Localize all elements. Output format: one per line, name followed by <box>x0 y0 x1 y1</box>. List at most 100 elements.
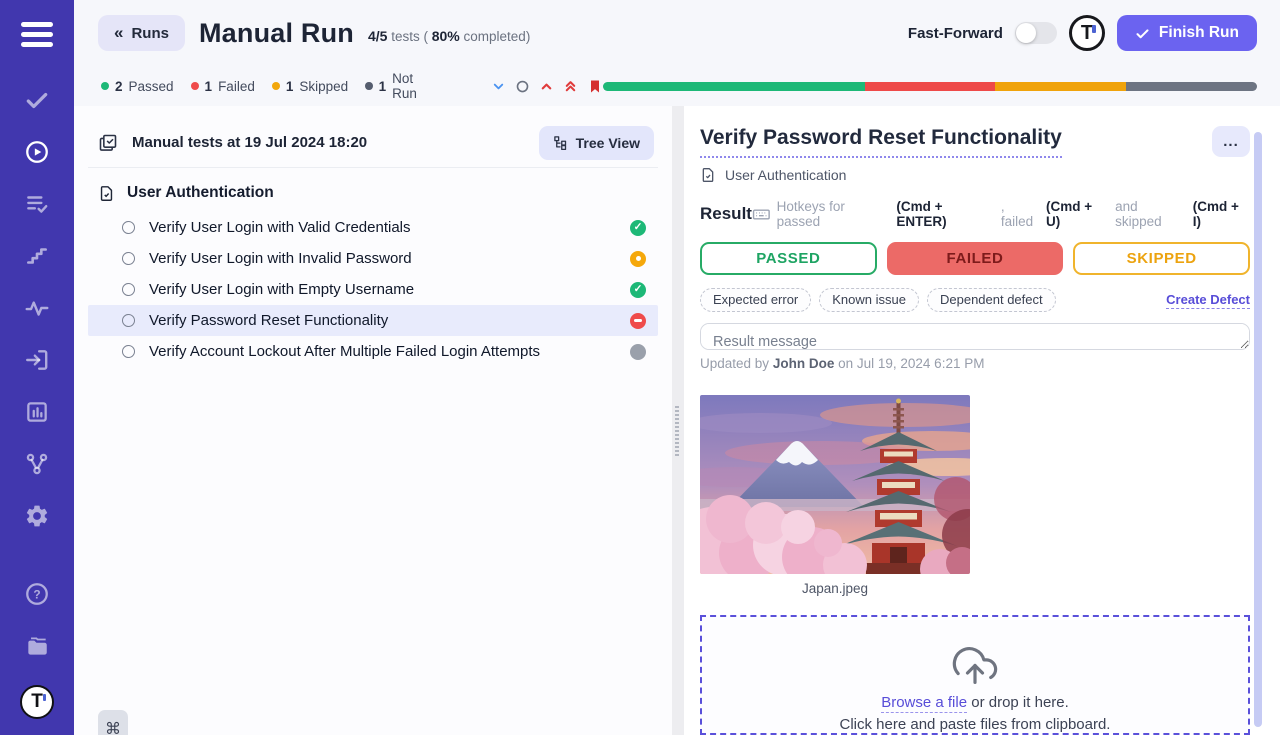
test-detail-panel: Verify Password Reset Functionality ... … <box>684 106 1280 735</box>
tag-dependent-defect[interactable]: Dependent defect <box>927 288 1056 312</box>
test-title: Verify User Login with Empty Username <box>149 281 414 298</box>
test-radio[interactable] <box>122 345 135 358</box>
chevron-down-icon[interactable] <box>491 79 506 94</box>
paste-hint: Click here and paste files from clipboar… <box>840 716 1111 733</box>
vertical-scrollbar[interactable] <box>1254 132 1262 727</box>
count-skipped: 1Skipped <box>272 79 348 94</box>
app-root: ? T « Runs Manual Run 4/5 tests ( 80% co… <box>0 0 1280 735</box>
test-title: Verify User Login with Invalid Password <box>149 250 412 267</box>
attachment-image[interactable] <box>700 395 970 574</box>
test-list-icon[interactable] <box>24 191 50 217</box>
panel-resize-gutter[interactable] <box>672 106 684 735</box>
test-status-icon <box>630 313 646 329</box>
run-play-icon[interactable] <box>24 139 50 165</box>
check-icon <box>1135 26 1150 41</box>
upload-cloud-icon <box>952 643 998 688</box>
finish-run-button[interactable]: Finish Run <box>1117 15 1257 51</box>
main-area: « Runs Manual Run 4/5 tests ( 80% comple… <box>74 0 1280 735</box>
test-title: Verify User Login with Valid Credentials <box>149 219 411 236</box>
skipped-button[interactable]: SKIPPED <box>1073 242 1250 275</box>
double-chevron-up-icon[interactable] <box>563 79 578 94</box>
tree-view-icon <box>553 135 568 150</box>
test-status-icon <box>630 220 646 236</box>
fast-forward-label: Fast-Forward <box>908 25 1003 42</box>
svg-text:?: ? <box>33 588 40 602</box>
browse-file-link[interactable]: Browse a file <box>881 694 967 713</box>
create-defect-link[interactable]: Create Defect <box>1166 292 1250 309</box>
progress-segment-failed <box>865 82 996 91</box>
topbar: « Runs Manual Run 4/5 tests ( 80% comple… <box>74 0 1280 66</box>
progress-segment-notrun <box>1126 82 1257 91</box>
drag-handle-icon[interactable] <box>675 406 679 456</box>
fast-forward-toggle[interactable] <box>1015 22 1057 44</box>
check-icon[interactable] <box>24 87 50 113</box>
projects-folder-icon[interactable] <box>24 633 50 659</box>
suite-group-header[interactable]: User Authentication <box>88 168 658 212</box>
help-icon[interactable]: ? <box>24 581 50 607</box>
test-row[interactable]: Verify Account Lockout After Multiple Fa… <box>88 336 658 367</box>
settings-gear-icon[interactable] <box>24 503 50 529</box>
content: Manual tests at 19 Jul 2024 18:20 Tree V… <box>74 106 1280 735</box>
run-header: Manual tests at 19 Jul 2024 18:20 Tree V… <box>88 118 658 168</box>
chevron-up-icon[interactable] <box>539 79 554 94</box>
steps-icon[interactable] <box>24 243 50 269</box>
count-passed: 2Passed <box>101 79 174 94</box>
defect-tags-row: Expected error Known issue Dependent def… <box>700 288 1250 312</box>
activity-pulse-icon[interactable] <box>24 295 50 321</box>
count-notrun: 1Not Run <box>365 71 438 101</box>
more-options-button[interactable]: ... <box>1212 126 1250 157</box>
double-chevron-left-icon: « <box>114 23 123 43</box>
failed-dot-icon <box>191 82 199 90</box>
app-logo-icon[interactable]: T <box>20 685 54 719</box>
updated-info: Updated by John Doe on Jul 19, 2024 6:21… <box>700 356 1250 371</box>
priority-filter-icons <box>491 78 603 95</box>
test-detail-title[interactable]: Verify Password Reset Functionality <box>700 126 1062 158</box>
report-chart-icon[interactable] <box>24 399 50 425</box>
result-status-buttons: PASSED FAILED SKIPPED <box>700 242 1250 275</box>
test-radio[interactable] <box>122 283 135 296</box>
result-label: Result <box>700 204 752 224</box>
test-radio[interactable] <box>122 221 135 234</box>
test-row[interactable]: Verify User Login with Valid Credentials <box>88 212 658 243</box>
test-status-icon <box>630 251 646 267</box>
run-progress-bar <box>603 82 1257 91</box>
tag-known-issue[interactable]: Known issue <box>819 288 919 312</box>
status-bar: 2Passed 1Failed 1Skipped 1Not Run <box>74 66 1280 106</box>
import-icon[interactable] <box>24 347 50 373</box>
test-title: Verify Account Lockout After Multiple Fa… <box>149 343 540 360</box>
sidebar: ? T <box>0 0 74 735</box>
suite-breadcrumb[interactable]: User Authentication <box>700 167 1250 183</box>
tree-view-button[interactable]: Tree View <box>539 126 654 160</box>
run-title: Manual tests at 19 Jul 2024 18:20 <box>132 134 367 151</box>
file-dropzone[interactable]: Browse a file or drop it here. Click her… <box>700 615 1250 735</box>
count-failed: 1Failed <box>191 79 255 94</box>
command-hotkeys-button[interactable]: ⌘ <box>98 710 128 735</box>
passed-button[interactable]: PASSED <box>700 242 877 275</box>
result-section-header: Result Hotkeys for passed (Cmd + ENTER) … <box>700 199 1250 229</box>
result-message-input[interactable] <box>700 323 1250 350</box>
failed-button[interactable]: FAILED <box>887 242 1064 275</box>
test-row[interactable]: Verify User Login with Invalid Password <box>88 243 658 274</box>
bookmark-icon[interactable] <box>587 78 603 95</box>
back-to-runs-button[interactable]: « Runs <box>98 15 185 51</box>
menu-icon[interactable] <box>21 22 53 47</box>
file-check-icon <box>98 185 115 202</box>
notrun-dot-icon <box>365 82 372 90</box>
testomat-logo-icon[interactable]: T <box>1069 15 1105 51</box>
test-radio[interactable] <box>122 314 135 327</box>
branch-icon[interactable] <box>24 451 50 477</box>
test-row[interactable]: Verify Password Reset Functionality <box>88 305 658 336</box>
test-row[interactable]: Verify User Login with Empty Username <box>88 274 658 305</box>
test-list-panel: Manual tests at 19 Jul 2024 18:20 Tree V… <box>74 106 672 735</box>
circle-icon[interactable] <box>515 79 530 94</box>
attachment-filename: Japan.jpeg <box>700 581 970 596</box>
page-title: Manual Run <box>199 18 354 49</box>
run-progress-summary: 4/5 tests ( 80% completed) <box>368 28 530 44</box>
hotkeys-hint: Hotkeys for passed (Cmd + ENTER) , faile… <box>752 199 1250 229</box>
tag-expected-error[interactable]: Expected error <box>700 288 811 312</box>
test-title: Verify Password Reset Functionality <box>149 312 388 329</box>
skipped-dot-icon <box>272 82 280 90</box>
test-status-icon <box>630 282 646 298</box>
drop-hint: or drop it here. <box>971 694 1069 711</box>
test-radio[interactable] <box>122 252 135 265</box>
